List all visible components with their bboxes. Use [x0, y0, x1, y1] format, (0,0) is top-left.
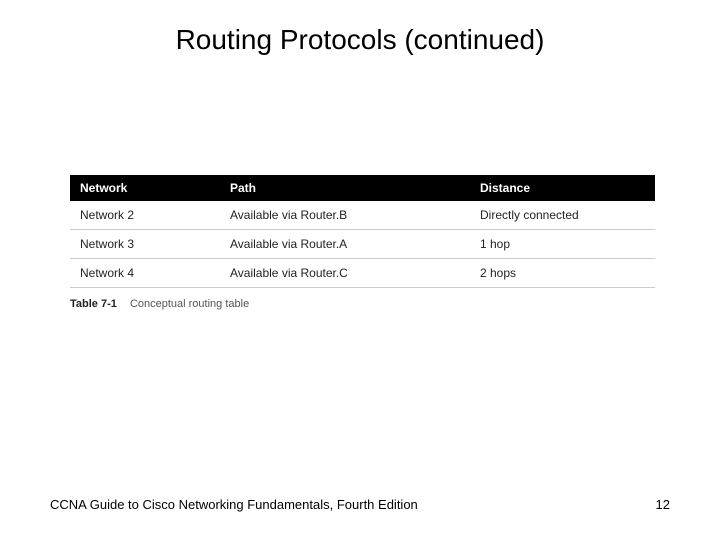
- table-row: Network 4 Available via Router.C 2 hops: [70, 259, 655, 288]
- cell-path: Available via Router.C: [220, 259, 470, 288]
- col-header-network: Network: [70, 175, 220, 201]
- cell-path: Available via Router.A: [220, 230, 470, 259]
- caption-label: Table 7-1: [70, 298, 117, 310]
- table-row: Network 3 Available via Router.A 1 hop: [70, 230, 655, 259]
- col-header-path: Path: [220, 175, 470, 201]
- table-row: Network 2 Available via Router.B Directl…: [70, 201, 655, 230]
- cell-path: Available via Router.B: [220, 201, 470, 230]
- slide: Routing Protocols (continued) Network Pa…: [0, 0, 720, 540]
- cell-distance: 1 hop: [470, 230, 655, 259]
- caption-text: Conceptual routing table: [130, 298, 249, 310]
- cell-network: Network 2: [70, 201, 220, 230]
- cell-distance: 2 hops: [470, 259, 655, 288]
- footer-text: CCNA Guide to Cisco Networking Fundament…: [50, 497, 418, 512]
- cell-distance: Directly connected: [470, 201, 655, 230]
- routing-table-block: Network Path Distance Network 2 Availabl…: [70, 175, 655, 310]
- cell-network: Network 4: [70, 259, 220, 288]
- page-title: Routing Protocols (continued): [0, 24, 720, 56]
- page-number: 12: [656, 497, 670, 512]
- routing-table: Network Path Distance Network 2 Availabl…: [70, 175, 655, 288]
- table-caption: Table 7-1 Conceptual routing table: [70, 298, 655, 310]
- table-header-row: Network Path Distance: [70, 175, 655, 201]
- cell-network: Network 3: [70, 230, 220, 259]
- col-header-distance: Distance: [470, 175, 655, 201]
